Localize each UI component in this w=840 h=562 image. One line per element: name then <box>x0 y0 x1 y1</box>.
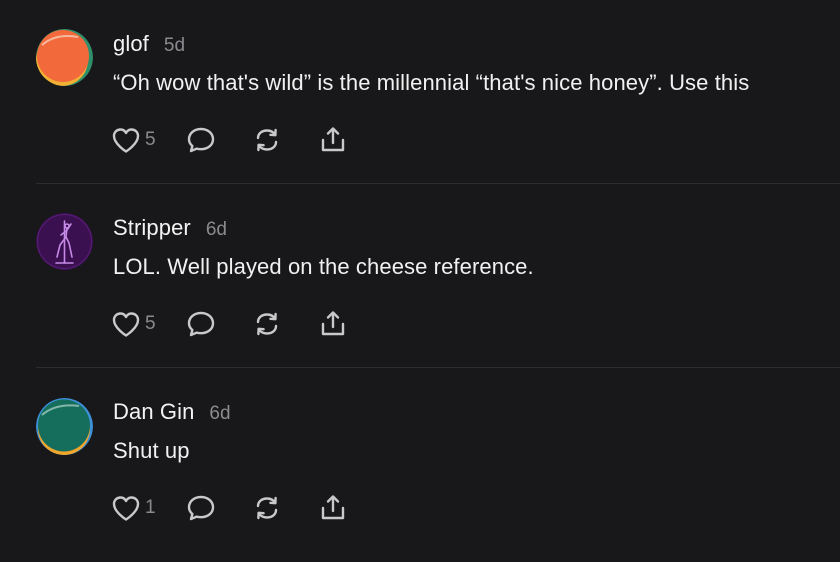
reply-feed: glof 5d “Oh wow that's wild” is the mill… <box>0 0 840 562</box>
username[interactable]: glof <box>113 31 149 57</box>
heart-icon <box>112 496 140 521</box>
post-header: glof 5d <box>113 31 185 61</box>
repost-button[interactable] <box>252 493 282 523</box>
action-bar: 1 <box>111 492 348 524</box>
share-upload-icon <box>321 127 345 152</box>
share-button[interactable] <box>318 309 348 339</box>
avatar-image <box>36 398 93 455</box>
share-button[interactable] <box>318 493 348 523</box>
share-upload-icon <box>321 311 345 336</box>
avatar[interactable] <box>36 213 93 270</box>
share-upload-icon <box>321 495 345 520</box>
like-count: 5 <box>145 129 156 150</box>
heart-icon <box>112 312 140 337</box>
avatar-image <box>36 29 93 86</box>
username[interactable]: Stripper <box>113 215 191 241</box>
repost-arrows-icon <box>256 128 278 152</box>
avatar[interactable] <box>36 398 93 455</box>
repost-arrows-icon <box>256 496 278 520</box>
repost-arrows-icon <box>256 312 278 336</box>
reply-button[interactable] <box>186 493 216 523</box>
post-text: “Oh wow that's wild” is the millennial “… <box>113 70 750 95</box>
like-button[interactable]: 1 <box>111 494 165 522</box>
username[interactable]: Dan Gin <box>113 399 194 425</box>
post-age[interactable]: 5d <box>164 35 185 57</box>
reply-button[interactable] <box>186 309 216 339</box>
post: glof 5d “Oh wow that's wild” is the mill… <box>0 0 840 184</box>
post-header: Stripper 6d <box>113 215 227 245</box>
action-bar: 5 <box>111 124 348 156</box>
avatar-image <box>36 213 93 270</box>
like-count: 1 <box>145 497 156 518</box>
post: Dan Gin 6d Shut up 1 <box>0 368 840 562</box>
like-count: 5 <box>145 313 156 334</box>
post: Stripper 6d LOL. Well played on the chee… <box>0 184 840 368</box>
heart-icon <box>112 128 140 153</box>
speech-bubble-icon <box>187 495 215 521</box>
post-header: Dan Gin 6d <box>113 399 231 429</box>
post-text: LOL. Well played on the cheese reference… <box>113 254 534 279</box>
repost-button[interactable] <box>252 309 282 339</box>
share-button[interactable] <box>318 125 348 155</box>
repost-button[interactable] <box>252 125 282 155</box>
post-age[interactable]: 6d <box>209 403 230 425</box>
speech-bubble-icon <box>187 127 215 153</box>
avatar[interactable] <box>36 29 93 86</box>
like-button[interactable]: 5 <box>111 310 165 338</box>
action-bar: 5 <box>111 308 348 340</box>
like-button[interactable]: 5 <box>111 126 165 154</box>
reply-button[interactable] <box>186 125 216 155</box>
speech-bubble-icon <box>187 311 215 337</box>
post-text: Shut up <box>113 438 190 463</box>
post-age[interactable]: 6d <box>206 219 227 241</box>
